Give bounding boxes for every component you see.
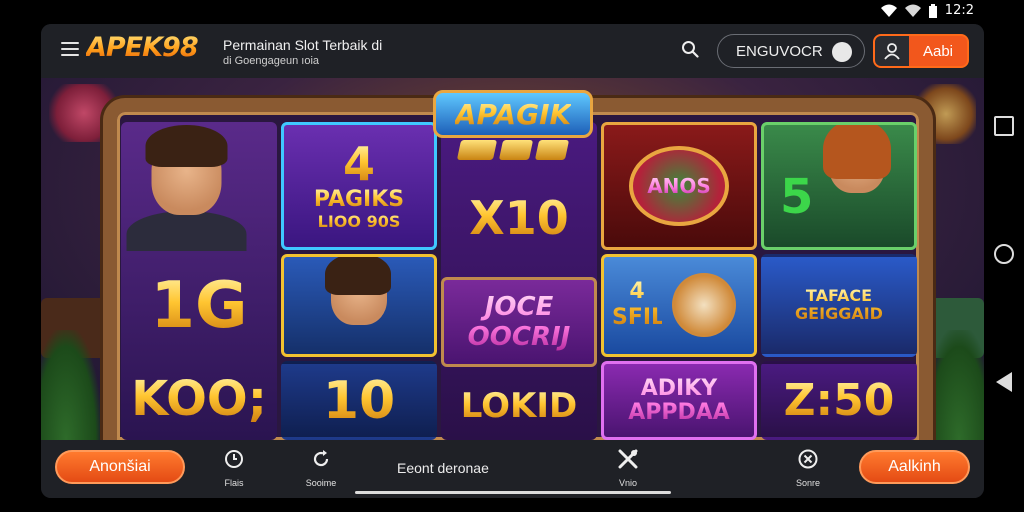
user-icon bbox=[875, 36, 909, 66]
reel-symbol-text: ANOS bbox=[647, 173, 711, 198]
slot-title-text: APAGIK bbox=[454, 97, 572, 131]
reel-tile[interactable]: 1G bbox=[121, 258, 277, 355]
reel-symbol-text: JOCE OOCRIJ bbox=[444, 292, 594, 352]
reel-1: 1G KOO; bbox=[121, 122, 277, 440]
slot-title-banner: APAGIK bbox=[433, 90, 593, 138]
reel-symbol-text: X10 bbox=[469, 190, 569, 245]
center-label[interactable]: Eeont deronae bbox=[397, 460, 489, 476]
slot-reels: 1G KOO; 4 PAGIKS LIOO 90S 10 X10 JOCE OO… bbox=[121, 122, 917, 440]
tagline-sub: di Goengageun ıoia bbox=[223, 55, 320, 67]
reel-tile[interactable]: KOO; bbox=[121, 358, 277, 440]
reel-tile[interactable]: 4 SFIL bbox=[601, 253, 757, 357]
reel-symbol-text: TAFACE GEIGGAID bbox=[795, 286, 883, 324]
reel-tile[interactable]: 4 PAGIKS LIOO 90S bbox=[281, 122, 437, 250]
nav-item-flais[interactable]: Flais bbox=[204, 448, 264, 488]
nav-item-vnio[interactable]: Vnio bbox=[598, 448, 658, 488]
nav-item-sonre[interactable]: Sonre bbox=[778, 448, 838, 488]
bottom-bar: Anonšiai Flais Sooime Eeont deronae Vnio… bbox=[41, 440, 984, 498]
brand-logo[interactable]: APEK98 bbox=[86, 32, 199, 63]
login-label: Aabi bbox=[922, 42, 954, 60]
status-time: 12:2 bbox=[944, 3, 974, 18]
nav-label: Sonre bbox=[795, 478, 821, 488]
reel-symbol-text: 4 bbox=[342, 136, 375, 191]
hero-banner[interactable]: APAGIK 1G KOO; 4 PAGIKS LIOO 90S 10 X10 … bbox=[41, 78, 984, 440]
character-portrait bbox=[823, 124, 891, 193]
reel-tile[interactable]: TAFACE GEIGGAID bbox=[761, 253, 917, 357]
tagline: Permainan Slot Terbaik di di Goengageun … bbox=[223, 37, 382, 69]
recents-button[interactable] bbox=[994, 116, 1014, 136]
reel-symbol-text: PAGIKS bbox=[313, 186, 405, 212]
status-bar: 12:2 bbox=[0, 0, 1024, 22]
nav-label: Sooime bbox=[305, 478, 337, 488]
reel-tile[interactable]: Z:50 bbox=[761, 361, 917, 440]
reel-3: X10 JOCE OOCRIJ LOKID bbox=[441, 122, 597, 440]
tagline-main: Permainan Slot Terbaik di bbox=[223, 37, 383, 53]
reel-tile[interactable]: 5 bbox=[761, 122, 917, 250]
reel-symbol-text: 1G bbox=[150, 269, 248, 344]
character-portrait bbox=[126, 125, 247, 251]
home-button[interactable] bbox=[994, 244, 1014, 264]
character-portrait bbox=[325, 256, 391, 325]
reel-tile[interactable]: 10 bbox=[281, 361, 437, 440]
app-window: APEK98 Permainan Slot Terbaik di di Goen… bbox=[41, 24, 984, 498]
register-label: ENGUVOCR bbox=[736, 42, 823, 60]
reel-tile[interactable]: JOCE OOCRIJ bbox=[441, 277, 597, 367]
reel-tile[interactable]: ANOS bbox=[601, 122, 757, 250]
top-header: APEK98 Permainan Slot Terbaik di di Goen… bbox=[41, 24, 984, 78]
tiger-icon bbox=[672, 273, 736, 338]
reel-symbol-text: LOKID bbox=[460, 385, 578, 426]
home-indicator[interactable] bbox=[355, 491, 671, 494]
hamburger-menu-icon[interactable] bbox=[61, 42, 79, 56]
user-search-icon bbox=[832, 42, 852, 62]
reel-tile[interactable] bbox=[281, 253, 437, 357]
signal-icon bbox=[904, 4, 921, 17]
clock-icon bbox=[225, 450, 243, 468]
back-button[interactable] bbox=[996, 372, 1012, 392]
left-action-button[interactable]: Anonšiai bbox=[55, 450, 185, 484]
register-button[interactable]: ENGUVOCR bbox=[717, 34, 865, 68]
system-nav-bar bbox=[984, 22, 1024, 512]
reel-symbol-text: 10 bbox=[322, 370, 396, 431]
reel-tile[interactable] bbox=[121, 122, 277, 254]
refresh-icon bbox=[313, 450, 329, 467]
reel-symbol-text: LIOO 90S bbox=[317, 211, 401, 231]
reel-symbol-text: 4 SFIL bbox=[612, 279, 666, 331]
reel-symbol-text: Z:50 bbox=[783, 375, 895, 426]
login-button[interactable]: Aabi bbox=[873, 34, 969, 68]
close-circle-icon bbox=[798, 449, 818, 469]
tools-icon bbox=[618, 449, 638, 469]
plant-right bbox=[924, 330, 984, 440]
search-icon[interactable] bbox=[681, 40, 699, 58]
reel-4: ANOS 4 SFIL ADIKY APPDAA bbox=[601, 122, 757, 440]
battery-icon bbox=[928, 3, 937, 18]
nav-label: Vnio bbox=[618, 478, 637, 488]
reel-tile[interactable]: ADIKY APPDAA bbox=[601, 361, 757, 440]
reel-symbol-text: 5 bbox=[780, 169, 814, 225]
reel-badge: ANOS bbox=[629, 145, 729, 226]
reel-5: 5 TAFACE GEIGGAID Z:50 bbox=[761, 122, 917, 440]
nav-label: Flais bbox=[224, 478, 244, 488]
right-action-button[interactable]: Aalkinh bbox=[859, 450, 970, 484]
nav-item-sooime[interactable]: Sooime bbox=[291, 448, 351, 488]
reel-symbol-text: ADIKY APPDAA bbox=[604, 376, 754, 425]
wifi-icon bbox=[880, 4, 897, 17]
reel-symbol-text: KOO; bbox=[131, 371, 267, 428]
gold-bars-icon bbox=[451, 140, 575, 162]
plant-left bbox=[41, 330, 101, 440]
reel-tile[interactable]: LOKID bbox=[441, 371, 597, 440]
reel-2: 4 PAGIKS LIOO 90S 10 bbox=[281, 122, 437, 440]
